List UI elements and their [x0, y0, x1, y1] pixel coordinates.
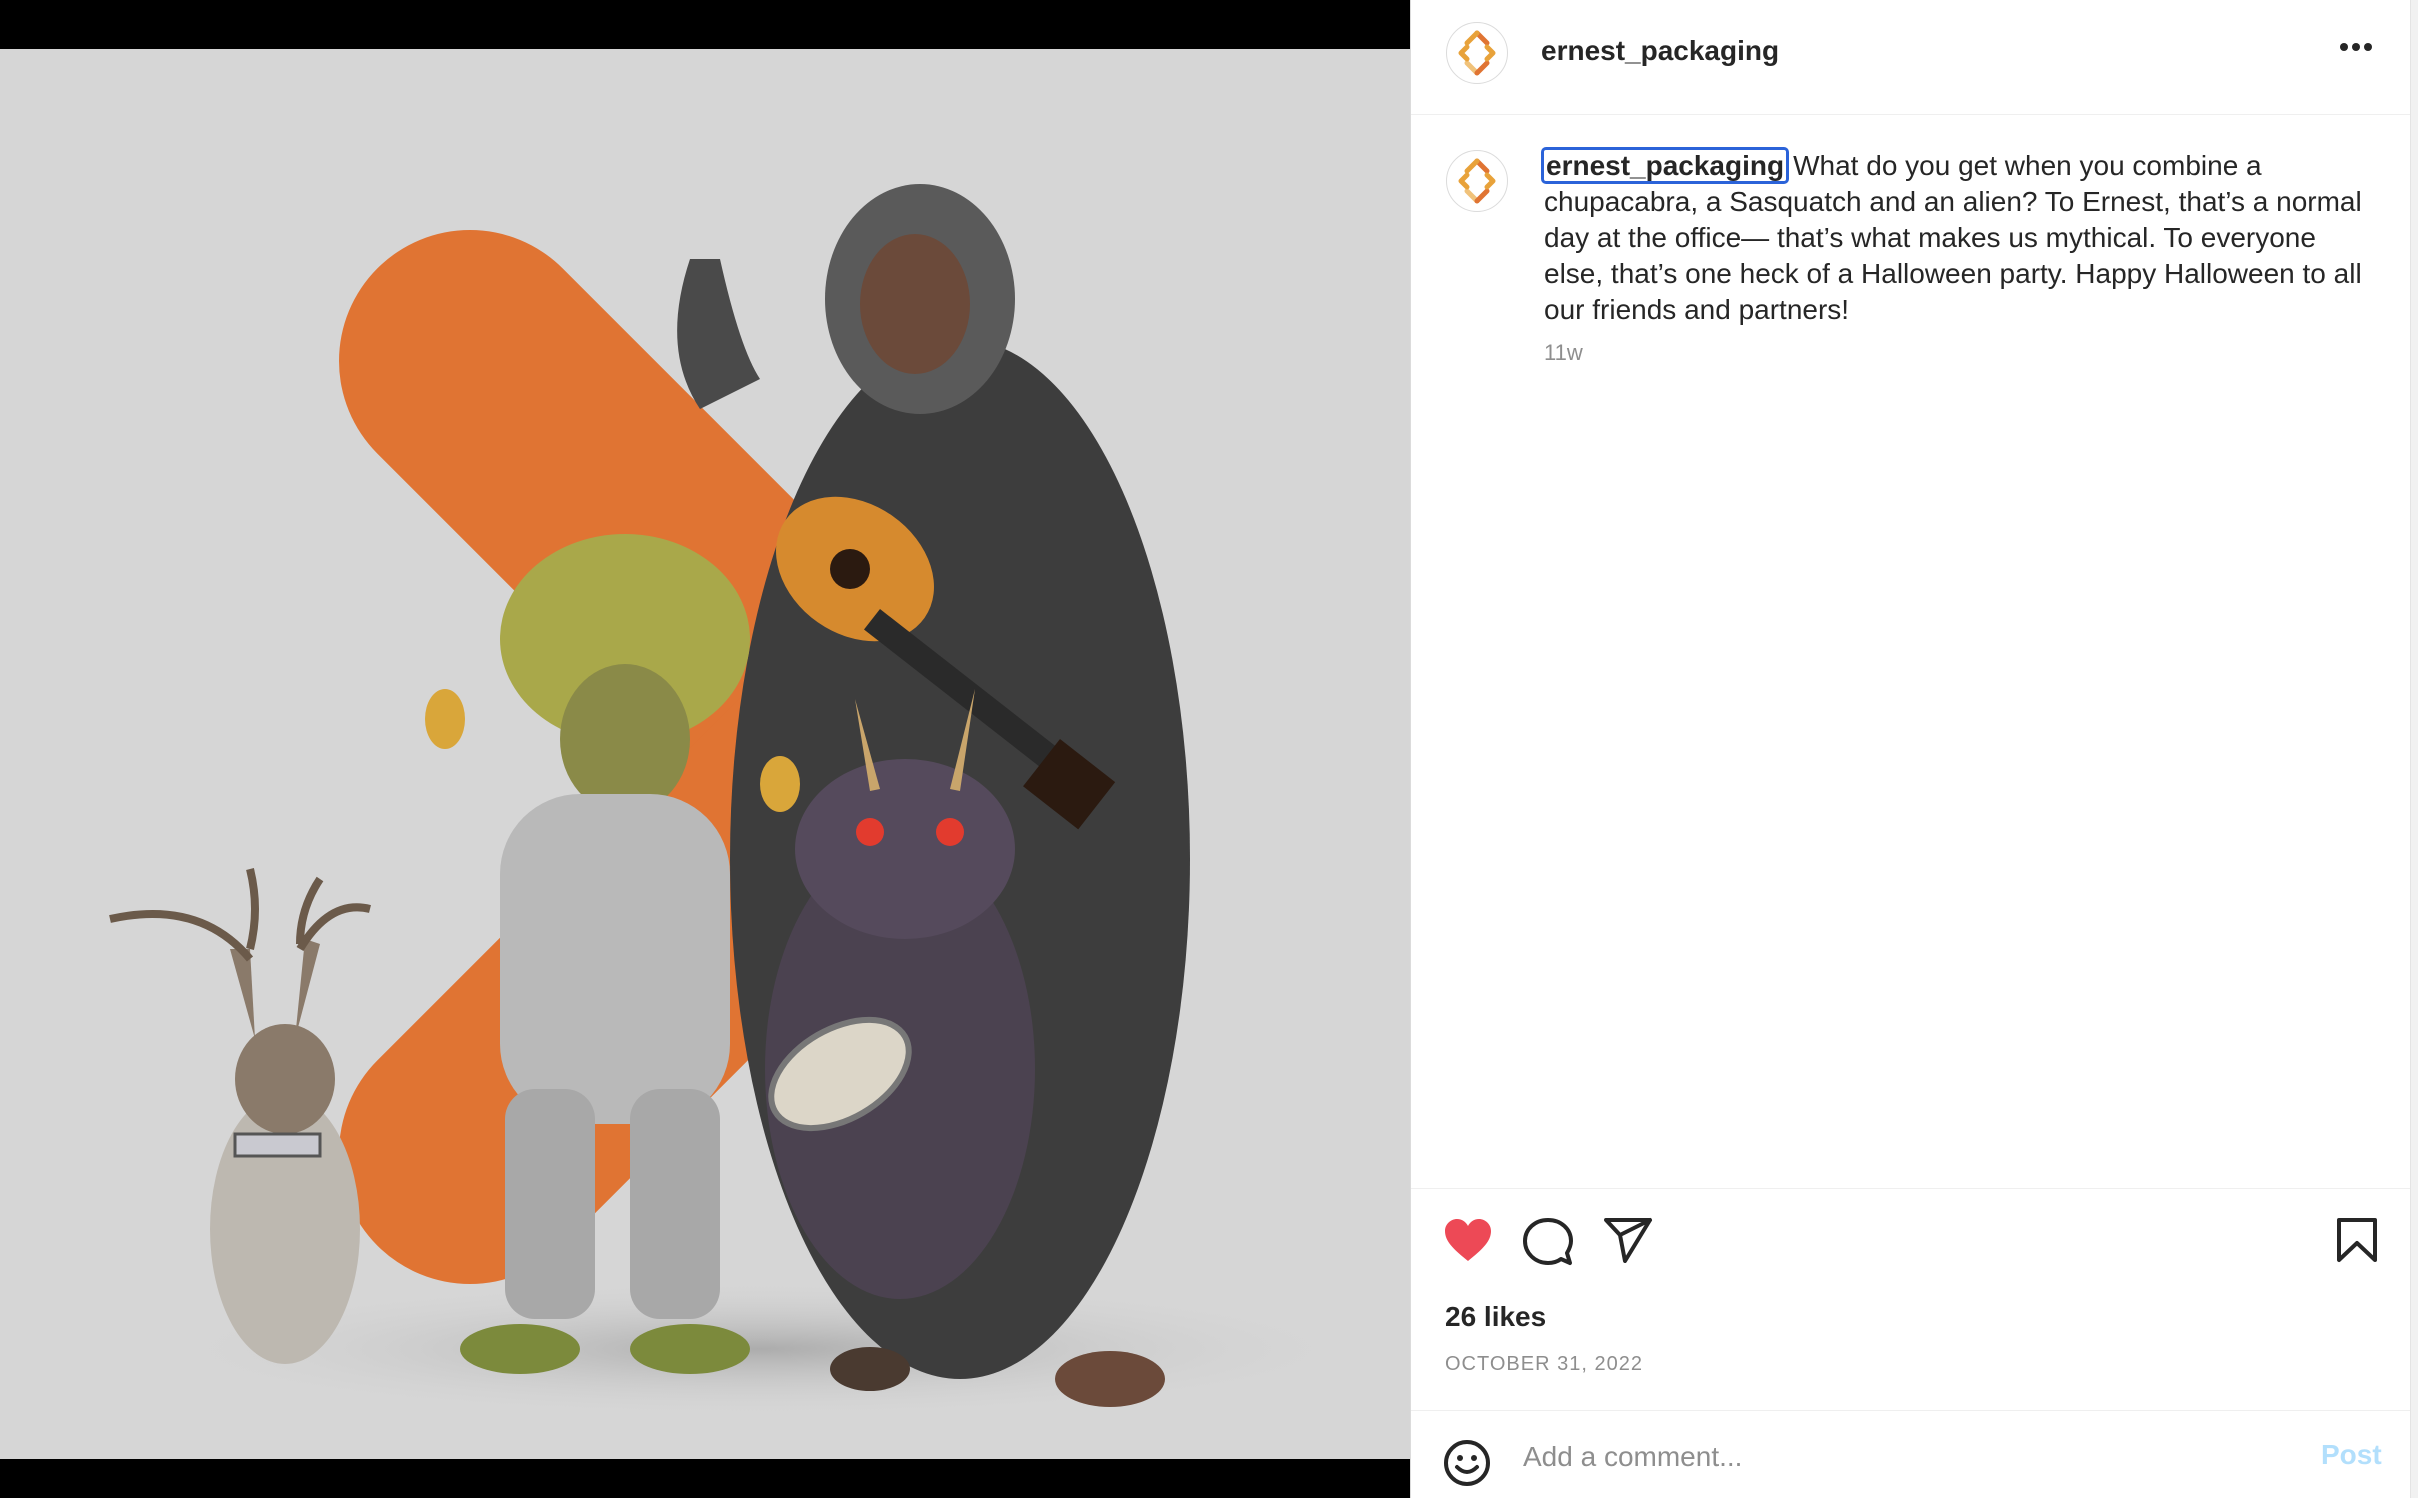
post-time-ago[interactable]: 11w — [1544, 340, 1583, 366]
action-bar: 26 likes OCTOBER 31, 2022 — [1411, 1188, 2411, 1411]
like-button[interactable] — [1443, 1217, 1493, 1268]
bookmark-icon — [2337, 1218, 2377, 1262]
more-options-button[interactable] — [2331, 30, 2381, 76]
save-button[interactable] — [2335, 1217, 2379, 1268]
post-image[interactable] — [0, 49, 1410, 1459]
post-date: OCTOBER 31, 2022 — [1445, 1353, 1643, 1375]
heart-filled-icon — [1445, 1219, 1491, 1261]
comment-bar: Post — [1411, 1410, 2411, 1499]
caption-username-link[interactable]: ernest_packaging — [1541, 147, 1790, 184]
caption-text: ernest_packaging What do you get when you… — [1541, 147, 2364, 328]
avatar[interactable] — [1446, 22, 1508, 84]
comment-input[interactable] — [1521, 1435, 2225, 1479]
speech-bubble-icon — [1523, 1218, 1573, 1265]
share-button[interactable] — [1603, 1217, 1653, 1268]
ernest-logo-icon — [1458, 30, 1496, 76]
scrollbar[interactable] — [2410, 0, 2418, 1498]
likes-count[interactable]: 26 likes — [1445, 1301, 1546, 1333]
more-horizontal-icon — [2340, 43, 2372, 51]
halloween-illustration — [109, 184, 1380, 1419]
header-username[interactable]: ernest_packaging — [1541, 35, 1779, 67]
ernest-logo-icon — [1458, 158, 1496, 204]
post-comment-button[interactable]: Post — [2321, 1439, 2382, 1471]
media-column — [0, 0, 1410, 1498]
emoji-button[interactable] — [1443, 1439, 1491, 1492]
comment-button[interactable] — [1523, 1217, 1573, 1272]
jackalope-figure — [109, 868, 371, 1364]
caption-avatar[interactable] — [1446, 150, 1508, 212]
paper-plane-icon — [1604, 1218, 1652, 1263]
caption-section: ernest_packaging What do you get when you… — [1411, 114, 2411, 1186]
smiley-icon — [1444, 1440, 1490, 1486]
post-side-panel: ernest_packaging ernest_packaging What do… — [1410, 0, 2411, 1498]
post-header: ernest_packaging — [1411, 0, 2411, 115]
